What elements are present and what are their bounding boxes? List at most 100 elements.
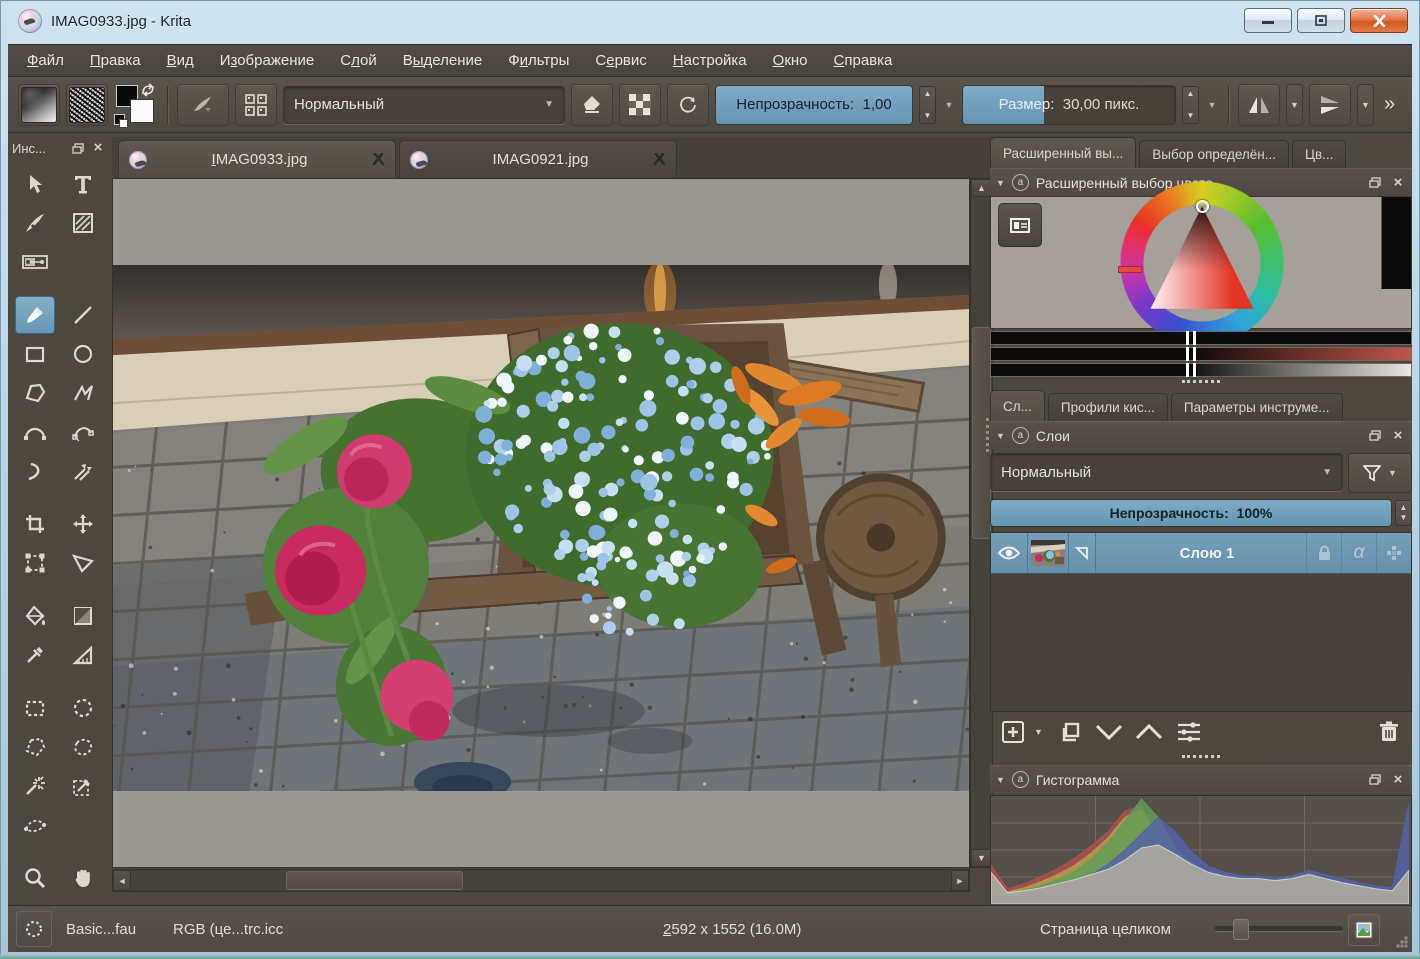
menu-item-filter[interactable]: Фильтры	[495, 48, 582, 73]
close-tab-icon[interactable]	[372, 153, 385, 166]
mirror-vertical-button[interactable]	[1309, 84, 1351, 126]
move-layer-down-button[interactable]	[1090, 715, 1128, 749]
close-tab-icon[interactable]	[653, 153, 666, 166]
polygon-tool[interactable]	[15, 374, 55, 412]
menu-item-view[interactable]: Вид	[154, 48, 207, 73]
polygon-select-tool[interactable]	[15, 728, 55, 766]
line-tool[interactable]	[63, 296, 103, 334]
opacity-options-dropdown[interactable]: ▼	[942, 86, 956, 124]
swap-colors-icon[interactable]	[140, 83, 156, 97]
close-docker-icon[interactable]: ×	[90, 140, 106, 156]
opacity-slider[interactable]: Непрозрачность: 1,00	[715, 85, 913, 125]
add-layer-dropdown[interactable]: ▼	[1034, 727, 1048, 737]
reset-colors-icon[interactable]	[114, 114, 125, 125]
text-tool[interactable]	[63, 165, 103, 203]
horizontal-scrollbar[interactable]: ◄ ►	[112, 869, 970, 892]
preserve-alpha-button[interactable]	[619, 84, 661, 126]
rect-select-tool[interactable]	[15, 689, 55, 727]
mirror-horizontal-dropdown[interactable]: ▼	[1286, 84, 1303, 126]
transform-tool[interactable]	[15, 544, 55, 582]
layer-visibility-toggle[interactable]	[991, 533, 1027, 573]
close-docker-icon[interactable]: ×	[1390, 772, 1406, 788]
eraser-mode-button[interactable]	[571, 84, 613, 126]
status-brush-preset[interactable]: Basic...fau	[66, 906, 136, 952]
docker-tab-specific-color[interactable]: Выбор определён...	[1139, 140, 1289, 168]
color-selector-settings-button[interactable]	[998, 203, 1042, 247]
fill-tool[interactable]	[15, 597, 55, 635]
status-zoom-mode[interactable]: Страница целиком	[1040, 906, 1171, 952]
brush-presets-button[interactable]	[235, 84, 277, 126]
selection-decoration-button[interactable]	[16, 911, 52, 947]
scroll-left-arrow[interactable]: ◄	[113, 870, 131, 891]
float-docker-icon[interactable]	[70, 140, 86, 156]
opacity-spinner[interactable]: ▲▼	[919, 86, 936, 124]
layer-lock-icon[interactable]	[1306, 533, 1341, 573]
layer-properties-button[interactable]	[1170, 715, 1208, 749]
background-color-swatch[interactable]	[130, 99, 154, 123]
horizontal-scroll-thumb[interactable]	[286, 871, 463, 890]
menu-item-select[interactable]: Выделение	[390, 48, 496, 73]
size-options-dropdown[interactable]: ▼	[1205, 86, 1219, 124]
perspective-tool[interactable]	[63, 544, 103, 582]
move-tool[interactable]	[63, 505, 103, 543]
float-docker-icon[interactable]	[1367, 175, 1383, 191]
ellipse-tool[interactable]	[63, 335, 103, 373]
docker-lock-icon[interactable]: a	[1012, 771, 1029, 788]
ellipse-select-tool[interactable]	[63, 689, 103, 727]
menu-item-layer[interactable]: Слой	[327, 48, 390, 73]
status-image-size[interactable]: 2592 x 1552 (16.0M)	[663, 906, 801, 952]
mirror-vertical-dropdown[interactable]: ▼	[1357, 84, 1374, 126]
layer-onion-icon[interactable]	[1069, 533, 1096, 573]
gradient-edit-tool[interactable]	[15, 243, 55, 281]
layer-inherit-alpha-icon[interactable]	[1376, 533, 1411, 573]
document-tab-imag0933[interactable]: IMAG0933.jpg	[118, 140, 396, 178]
pattern-chooser-button[interactable]	[66, 84, 108, 126]
contiguous-select-tool[interactable]	[63, 767, 103, 805]
brush-size-slider[interactable]: Размер: 30,00 пикс.	[962, 85, 1176, 125]
layer-filter-button[interactable]: ▼	[1348, 453, 1412, 493]
layer-blend-mode-dropdown[interactable]: Нормальный ▼	[990, 453, 1343, 491]
foreground-background-colors[interactable]	[114, 83, 158, 127]
dynamic-brush-tool[interactable]	[15, 452, 55, 490]
reload-preset-button[interactable]	[667, 84, 709, 126]
mirror-horizontal-button[interactable]	[1238, 84, 1280, 126]
pan-tool[interactable]	[63, 859, 103, 897]
collapse-arrow-icon[interactable]: ▼	[996, 775, 1005, 785]
freehand-select-tool[interactable]	[63, 728, 103, 766]
brush-editor-button[interactable]	[177, 84, 229, 126]
path-tool[interactable]	[63, 413, 103, 451]
menu-item-tools[interactable]: Сервис	[582, 48, 659, 73]
zoom-slider[interactable]	[1215, 926, 1343, 931]
docker-tab-layers[interactable]: Сл...	[990, 390, 1045, 421]
calligraphy-tool[interactable]	[15, 204, 55, 242]
add-layer-button[interactable]	[994, 715, 1032, 749]
path-select-tool[interactable]	[15, 806, 55, 844]
canvas[interactable]	[112, 178, 970, 868]
polyline-tool[interactable]	[63, 374, 103, 412]
layer-opacity-slider[interactable]: Непрозрачность: 100%	[990, 499, 1392, 527]
bezier-curve-tool[interactable]	[15, 413, 55, 451]
zoom-slider-thumb[interactable]	[1233, 919, 1249, 940]
docker-resize-handle[interactable]	[1182, 755, 1220, 763]
layer-row[interactable]: Слою 1 α	[991, 533, 1411, 574]
docker-tab-color[interactable]: Цв...	[1292, 140, 1346, 168]
docker-tab-tool-options[interactable]: Параметры инструме...	[1171, 393, 1343, 421]
menu-item-window[interactable]: Окно	[760, 48, 821, 73]
maximize-button[interactable]	[1297, 8, 1345, 33]
toolbar-overflow-button[interactable]: »	[1384, 93, 1395, 116]
layer-name[interactable]: Слою 1	[1096, 533, 1306, 573]
advanced-color-selector[interactable]	[990, 196, 1412, 329]
scroll-right-arrow[interactable]: ►	[951, 870, 969, 891]
scroll-down-arrow[interactable]: ▼	[971, 849, 992, 867]
layer-alpha-lock-icon[interactable]: α	[1341, 533, 1376, 573]
zoom-tool[interactable]	[15, 859, 55, 897]
scroll-up-arrow[interactable]: ▲	[971, 179, 992, 197]
close-docker-icon[interactable]: ×	[1390, 428, 1406, 444]
gradient-chooser-button[interactable]	[18, 84, 60, 126]
close-button[interactable]	[1350, 8, 1408, 33]
docker-tab-brush-profiles[interactable]: Профили кис...	[1048, 393, 1168, 421]
layer-thumbnail[interactable]	[1027, 533, 1069, 573]
edit-shapes-tool[interactable]	[63, 204, 103, 242]
menu-item-edit[interactable]: Правка	[77, 48, 154, 73]
value-slider-bar[interactable]	[990, 363, 1412, 377]
